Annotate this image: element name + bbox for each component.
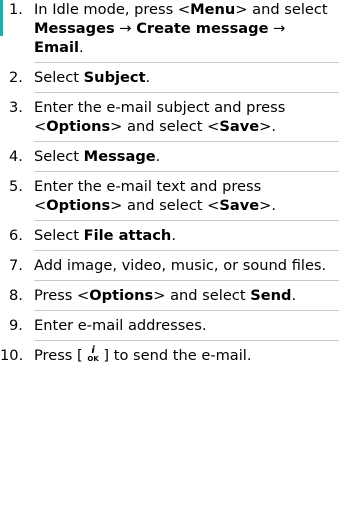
step-divider xyxy=(34,220,339,221)
step-number: 10. xyxy=(0,347,24,364)
step-text: Select Subject. xyxy=(34,69,150,86)
step-text: Press <Options> and select Send. xyxy=(34,287,296,304)
step-item: 1. In Idle mode, press <Menu> and select … xyxy=(0,0,345,57)
step-fragment: In Idle mode, press < xyxy=(34,1,191,18)
step-item: 4. Select Message. xyxy=(0,147,345,166)
step-fragment: Enter e-mail addresses. xyxy=(34,317,207,334)
step-divider xyxy=(34,62,339,63)
step-number: 7. xyxy=(9,257,23,274)
step-divider xyxy=(34,340,339,341)
step-fragment: >. xyxy=(259,197,277,214)
step-keyword: Save xyxy=(219,118,260,135)
step-item: 5. Enter the e-mail text and press <Optio… xyxy=(0,177,345,215)
step-fragment: Select xyxy=(34,148,84,165)
step-fragment: Press < xyxy=(34,287,90,304)
step-text: Press [ i OK ] to send the e-mail. xyxy=(34,346,252,365)
step-keyword: Subject xyxy=(83,69,146,86)
step-item: 9. Enter e-mail addresses. xyxy=(0,316,345,335)
step-number: 6. xyxy=(9,227,23,244)
ok-key-label: OK xyxy=(87,355,99,363)
step-text: Add image, video, music, or sound files. xyxy=(34,257,326,274)
step-item: 8. Press <Options> and select Send. xyxy=(0,286,345,305)
step-number: 8. xyxy=(9,287,23,304)
step-number: 4. xyxy=(9,148,23,165)
step-keyword: Send xyxy=(250,287,292,304)
step-fragment: >. xyxy=(259,118,277,135)
step-text: Select Message. xyxy=(34,148,160,165)
step-keyword: Options xyxy=(46,197,111,214)
step-keyword: Create message xyxy=(136,20,269,37)
step-fragment: → xyxy=(268,20,286,37)
step-fragment: . xyxy=(155,148,161,165)
step-fragment: Add image, video, music, or sound files. xyxy=(34,257,327,274)
step-divider xyxy=(34,92,339,93)
step-divider xyxy=(34,310,339,311)
step-text: Enter e-mail addresses. xyxy=(34,317,207,334)
step-item: 7. Add image, video, music, or sound file… xyxy=(0,256,345,275)
step-fragment: Select xyxy=(34,69,84,86)
step-text: Select File attach. xyxy=(34,227,176,244)
step-fragment: . xyxy=(291,287,297,304)
step-number: 3. xyxy=(9,99,23,116)
step-keyword: File attach xyxy=(83,227,172,244)
step-divider xyxy=(34,250,339,251)
step-fragment: > and select < xyxy=(110,118,220,135)
step-number: 9. xyxy=(9,317,23,334)
step-fragment: Select xyxy=(34,227,84,244)
step-fragment: . xyxy=(171,227,176,244)
step-fragment: ] to send the e-mail. xyxy=(98,347,252,364)
step-number: 1. xyxy=(9,1,23,18)
step-item: 3. Enter the e-mail subject and press <Op… xyxy=(0,98,345,136)
step-keyword: Options xyxy=(89,287,154,304)
step-fragment: > and select < xyxy=(110,197,220,214)
step-item: 6. Select File attach. xyxy=(0,226,345,245)
step-fragment: . xyxy=(79,39,84,56)
step-list: 1. In Idle mode, press <Menu> and select … xyxy=(0,0,345,365)
step-keyword: Options xyxy=(46,118,111,135)
step-fragment: Press [ xyxy=(34,347,88,364)
step-keyword: Message xyxy=(83,148,156,165)
step-keyword: Save xyxy=(219,197,260,214)
step-number: 2. xyxy=(9,69,23,86)
ok-key-icon: i OK xyxy=(87,346,98,363)
step-divider xyxy=(34,171,339,172)
step-text: In Idle mode, press <Menu> and select Me… xyxy=(34,1,328,56)
step-item: 10. Press [ i OK ] to send the e-mail. xyxy=(0,346,345,365)
step-fragment: > and select xyxy=(153,287,251,304)
step-keyword: Messages xyxy=(34,20,115,37)
step-fragment: > and select xyxy=(235,1,328,18)
step-text: Enter the e-mail text and press <Options… xyxy=(34,178,276,214)
step-fragment: . xyxy=(145,69,151,86)
step-divider xyxy=(34,141,339,142)
step-number: 5. xyxy=(9,178,23,195)
step-divider xyxy=(34,280,339,281)
step-fragment: → xyxy=(114,20,137,37)
step-keyword: Menu xyxy=(190,1,236,18)
step-keyword: Email xyxy=(34,39,80,56)
step-text: Enter the e-mail subject and press <Opti… xyxy=(34,99,285,135)
step-item: 2. Select Subject. xyxy=(0,68,345,87)
